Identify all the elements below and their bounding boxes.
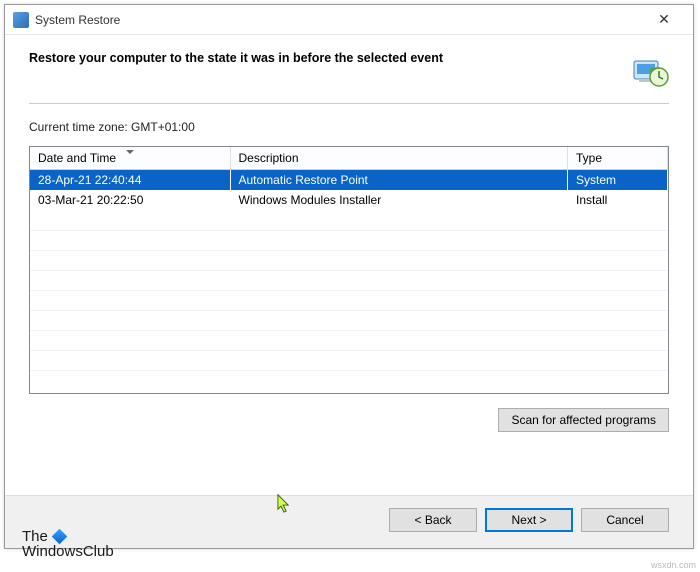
timezone-label: Current time zone: GMT+01:00: [29, 120, 669, 134]
col-datetime[interactable]: Date and Time: [30, 147, 230, 170]
col-type[interactable]: Type: [568, 147, 668, 170]
app-icon: [13, 12, 29, 28]
cancel-button[interactable]: Cancel: [581, 508, 669, 532]
next-button[interactable]: Next >: [485, 508, 573, 532]
table-row[interactable]: 03-Mar-21 20:22:50 Windows Modules Insta…: [30, 190, 668, 210]
cell-type: Install: [568, 190, 668, 210]
content-area: Current time zone: GMT+01:00 Date and Ti…: [29, 103, 669, 495]
table-row-empty: [30, 270, 668, 290]
watermark-line1: The: [22, 528, 48, 545]
window-title: System Restore: [35, 13, 643, 27]
table-row-empty: [30, 230, 668, 250]
table-row[interactable]: 28-Apr-21 22:40:44 Automatic Restore Poi…: [30, 170, 668, 191]
table-row-empty: [30, 250, 668, 270]
system-restore-window: System Restore ✕ Restore your computer t…: [4, 4, 694, 549]
watermark-line2: WindowsClub: [22, 543, 114, 560]
cell-datetime: 03-Mar-21 20:22:50: [30, 190, 230, 210]
header-heading: Restore your computer to the state it wa…: [29, 51, 617, 65]
cell-description: Automatic Restore Point: [230, 170, 568, 191]
restore-icon: [629, 51, 669, 91]
restore-points-table[interactable]: Date and Time Description Type 28-Apr-21…: [29, 146, 669, 394]
corner-watermark: wsxdn.com: [651, 560, 696, 570]
table-row-empty: [30, 290, 668, 310]
table-row-empty: [30, 210, 668, 230]
table-row-empty: [30, 310, 668, 330]
cell-type: System: [568, 170, 668, 191]
cell-description: Windows Modules Installer: [230, 190, 568, 210]
table-header-row[interactable]: Date and Time Description Type: [30, 147, 668, 170]
cell-datetime: 28-Apr-21 22:40:44: [30, 170, 230, 191]
below-table-area: Scan for affected programs: [29, 408, 669, 432]
col-description[interactable]: Description: [230, 147, 568, 170]
close-button[interactable]: ✕: [643, 6, 685, 34]
header-area: Restore your computer to the state it wa…: [5, 35, 693, 97]
watermark-logo: The WindowsClub: [22, 529, 114, 561]
titlebar: System Restore ✕: [5, 5, 693, 35]
back-button[interactable]: < Back: [389, 508, 477, 532]
scan-affected-button[interactable]: Scan for affected programs: [498, 408, 669, 432]
close-icon: ✕: [658, 11, 670, 28]
watermark-square-icon: [52, 529, 68, 545]
table-row-empty: [30, 330, 668, 350]
table-row-empty: [30, 350, 668, 370]
